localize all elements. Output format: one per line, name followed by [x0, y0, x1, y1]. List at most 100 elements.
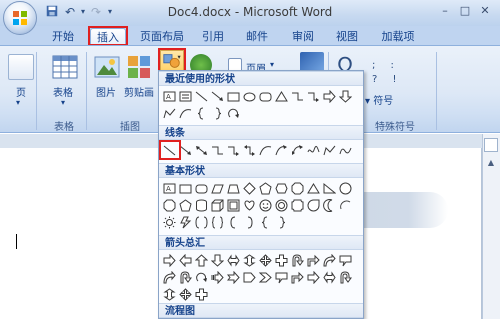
shape-callout[interactable] — [339, 254, 352, 267]
shape-arrowR[interactable] — [163, 254, 176, 267]
shape-diamond[interactable] — [243, 182, 256, 195]
maximize-button[interactable]: □ — [456, 3, 474, 19]
tab-references[interactable]: 引用 — [196, 28, 230, 46]
shape-line[interactable] — [195, 90, 208, 103]
shape-freeform[interactable] — [323, 144, 336, 157]
shape-plaque[interactable] — [291, 199, 304, 212]
shape-moon[interactable] — [323, 199, 336, 212]
punctuation-icon[interactable]: ; : — [372, 60, 412, 71]
table-dropdown-icon[interactable]: ▾ — [61, 98, 65, 107]
shape-lightning[interactable] — [179, 216, 192, 229]
shape-lbrace[interactable] — [259, 216, 272, 229]
shape-curve[interactable] — [259, 144, 272, 157]
shape-uturn[interactable] — [339, 271, 352, 284]
office-button[interactable] — [3, 1, 37, 35]
shape-textbox2[interactable] — [179, 90, 192, 103]
header-dropdown-icon[interactable]: ▾ — [270, 60, 274, 69]
close-button[interactable]: ✕ — [476, 3, 494, 19]
shape-heart[interactable] — [243, 199, 256, 212]
shape-stripedR[interactable] — [211, 271, 224, 284]
shape-curvedR[interactable] — [323, 254, 336, 267]
shape-arrowD[interactable] — [339, 90, 352, 103]
shape-can[interactable] — [195, 199, 208, 212]
shape-pentagon[interactable] — [259, 182, 272, 195]
tab-page-layout[interactable]: 页面布局 — [134, 28, 190, 46]
shape-lbrace[interactable] — [195, 107, 208, 120]
symbol-button[interactable]: ▾ 符号 — [365, 92, 393, 107]
shape-cross[interactable] — [195, 288, 208, 301]
shape-ring[interactable] — [275, 199, 288, 212]
shape-uturn[interactable] — [291, 254, 304, 267]
shape-rrect[interactable] — [195, 182, 208, 195]
table-icon[interactable] — [52, 54, 78, 80]
shape-rect[interactable] — [179, 182, 192, 195]
shape-dblarrow[interactable] — [195, 144, 208, 157]
shape-freeform[interactable] — [163, 107, 176, 120]
shape-rrect[interactable] — [259, 90, 272, 103]
clipart-icon[interactable] — [126, 54, 152, 80]
shape-arrowR[interactable] — [307, 271, 320, 284]
shape-bracketpair[interactable] — [195, 216, 208, 229]
shape-scribble[interactable] — [307, 144, 320, 157]
shape-smiley[interactable] — [259, 199, 272, 212]
shape-quad[interactable] — [259, 254, 272, 267]
shape-quad[interactable] — [179, 288, 192, 301]
shape-chevron[interactable] — [259, 271, 272, 284]
shape-elbow[interactable] — [211, 144, 224, 157]
shape-elbow[interactable] — [291, 90, 304, 103]
picture-icon[interactable] — [94, 54, 120, 80]
shape-rect[interactable] — [227, 90, 240, 103]
shape-arc[interactable] — [339, 199, 352, 212]
shape-triangle[interactable] — [307, 182, 320, 195]
shape-octagon[interactable] — [291, 182, 304, 195]
tab-review[interactable]: 审阅 — [286, 28, 320, 46]
shape-pentagonArrow[interactable] — [243, 271, 256, 284]
shape-curvearrow[interactable] — [275, 144, 288, 157]
tab-mailings[interactable]: 邮件 — [240, 28, 274, 46]
shape-elbowarrow[interactable] — [307, 90, 320, 103]
shape-lbracket[interactable] — [227, 216, 240, 229]
shape-textbox[interactable]: A — [163, 90, 176, 103]
shape-rbrace[interactable] — [211, 107, 224, 120]
shape-cross[interactable] — [275, 254, 288, 267]
shape-arrowUD[interactable] — [163, 288, 176, 301]
shape-cube[interactable] — [211, 199, 224, 212]
view-ruler-icon[interactable] — [484, 138, 498, 152]
shape-frame[interactable] — [227, 199, 240, 212]
shape-circle[interactable] — [339, 182, 352, 195]
shape-triangle[interactable] — [275, 90, 288, 103]
shape-para[interactable] — [211, 182, 224, 195]
shape-tear[interactable] — [307, 199, 320, 212]
shape-arrowLR[interactable] — [227, 254, 240, 267]
minimize-button[interactable]: – — [436, 3, 454, 19]
shape-curvedR[interactable] — [163, 271, 176, 284]
shape-bracepair[interactable] — [211, 216, 224, 229]
shape-rtriangle[interactable] — [323, 182, 336, 195]
shape-arrowD[interactable] — [211, 254, 224, 267]
shape-bent[interactable] — [291, 271, 304, 284]
shape-arrowline[interactable] — [211, 90, 224, 103]
punctuation-icon[interactable]: ? ! — [372, 74, 412, 85]
shape-curvedbl[interactable] — [291, 144, 304, 157]
page-icon[interactable] — [8, 54, 34, 80]
pages-dropdown-icon[interactable]: ▾ — [16, 98, 20, 107]
tab-addins[interactable]: 加载项 — [374, 28, 422, 46]
shape-hexagon[interactable] — [275, 182, 288, 195]
shape-rbrace[interactable] — [275, 216, 288, 229]
shape-elbowarrow[interactable] — [227, 144, 240, 157]
shape-curve[interactable] — [179, 107, 192, 120]
shape-arrowU[interactable] — [195, 254, 208, 267]
shape-arrowLR[interactable] — [323, 271, 336, 284]
shape-notched[interactable] — [227, 271, 240, 284]
shape-rbracket[interactable] — [243, 216, 256, 229]
shape-elbowdbl[interactable] — [243, 144, 256, 157]
shape-arrowR[interactable] — [323, 90, 336, 103]
shape-uturn[interactable] — [179, 271, 192, 284]
shape-sun[interactable] — [163, 216, 176, 229]
shape-textbox[interactable]: A — [163, 182, 176, 195]
shape-squiggle[interactable] — [339, 144, 352, 157]
shape-arrowL[interactable] — [179, 254, 192, 267]
tab-home[interactable]: 开始 — [46, 28, 80, 46]
shape-callout[interactable] — [275, 271, 288, 284]
scroll-up-icon[interactable]: ▲ — [484, 156, 498, 170]
